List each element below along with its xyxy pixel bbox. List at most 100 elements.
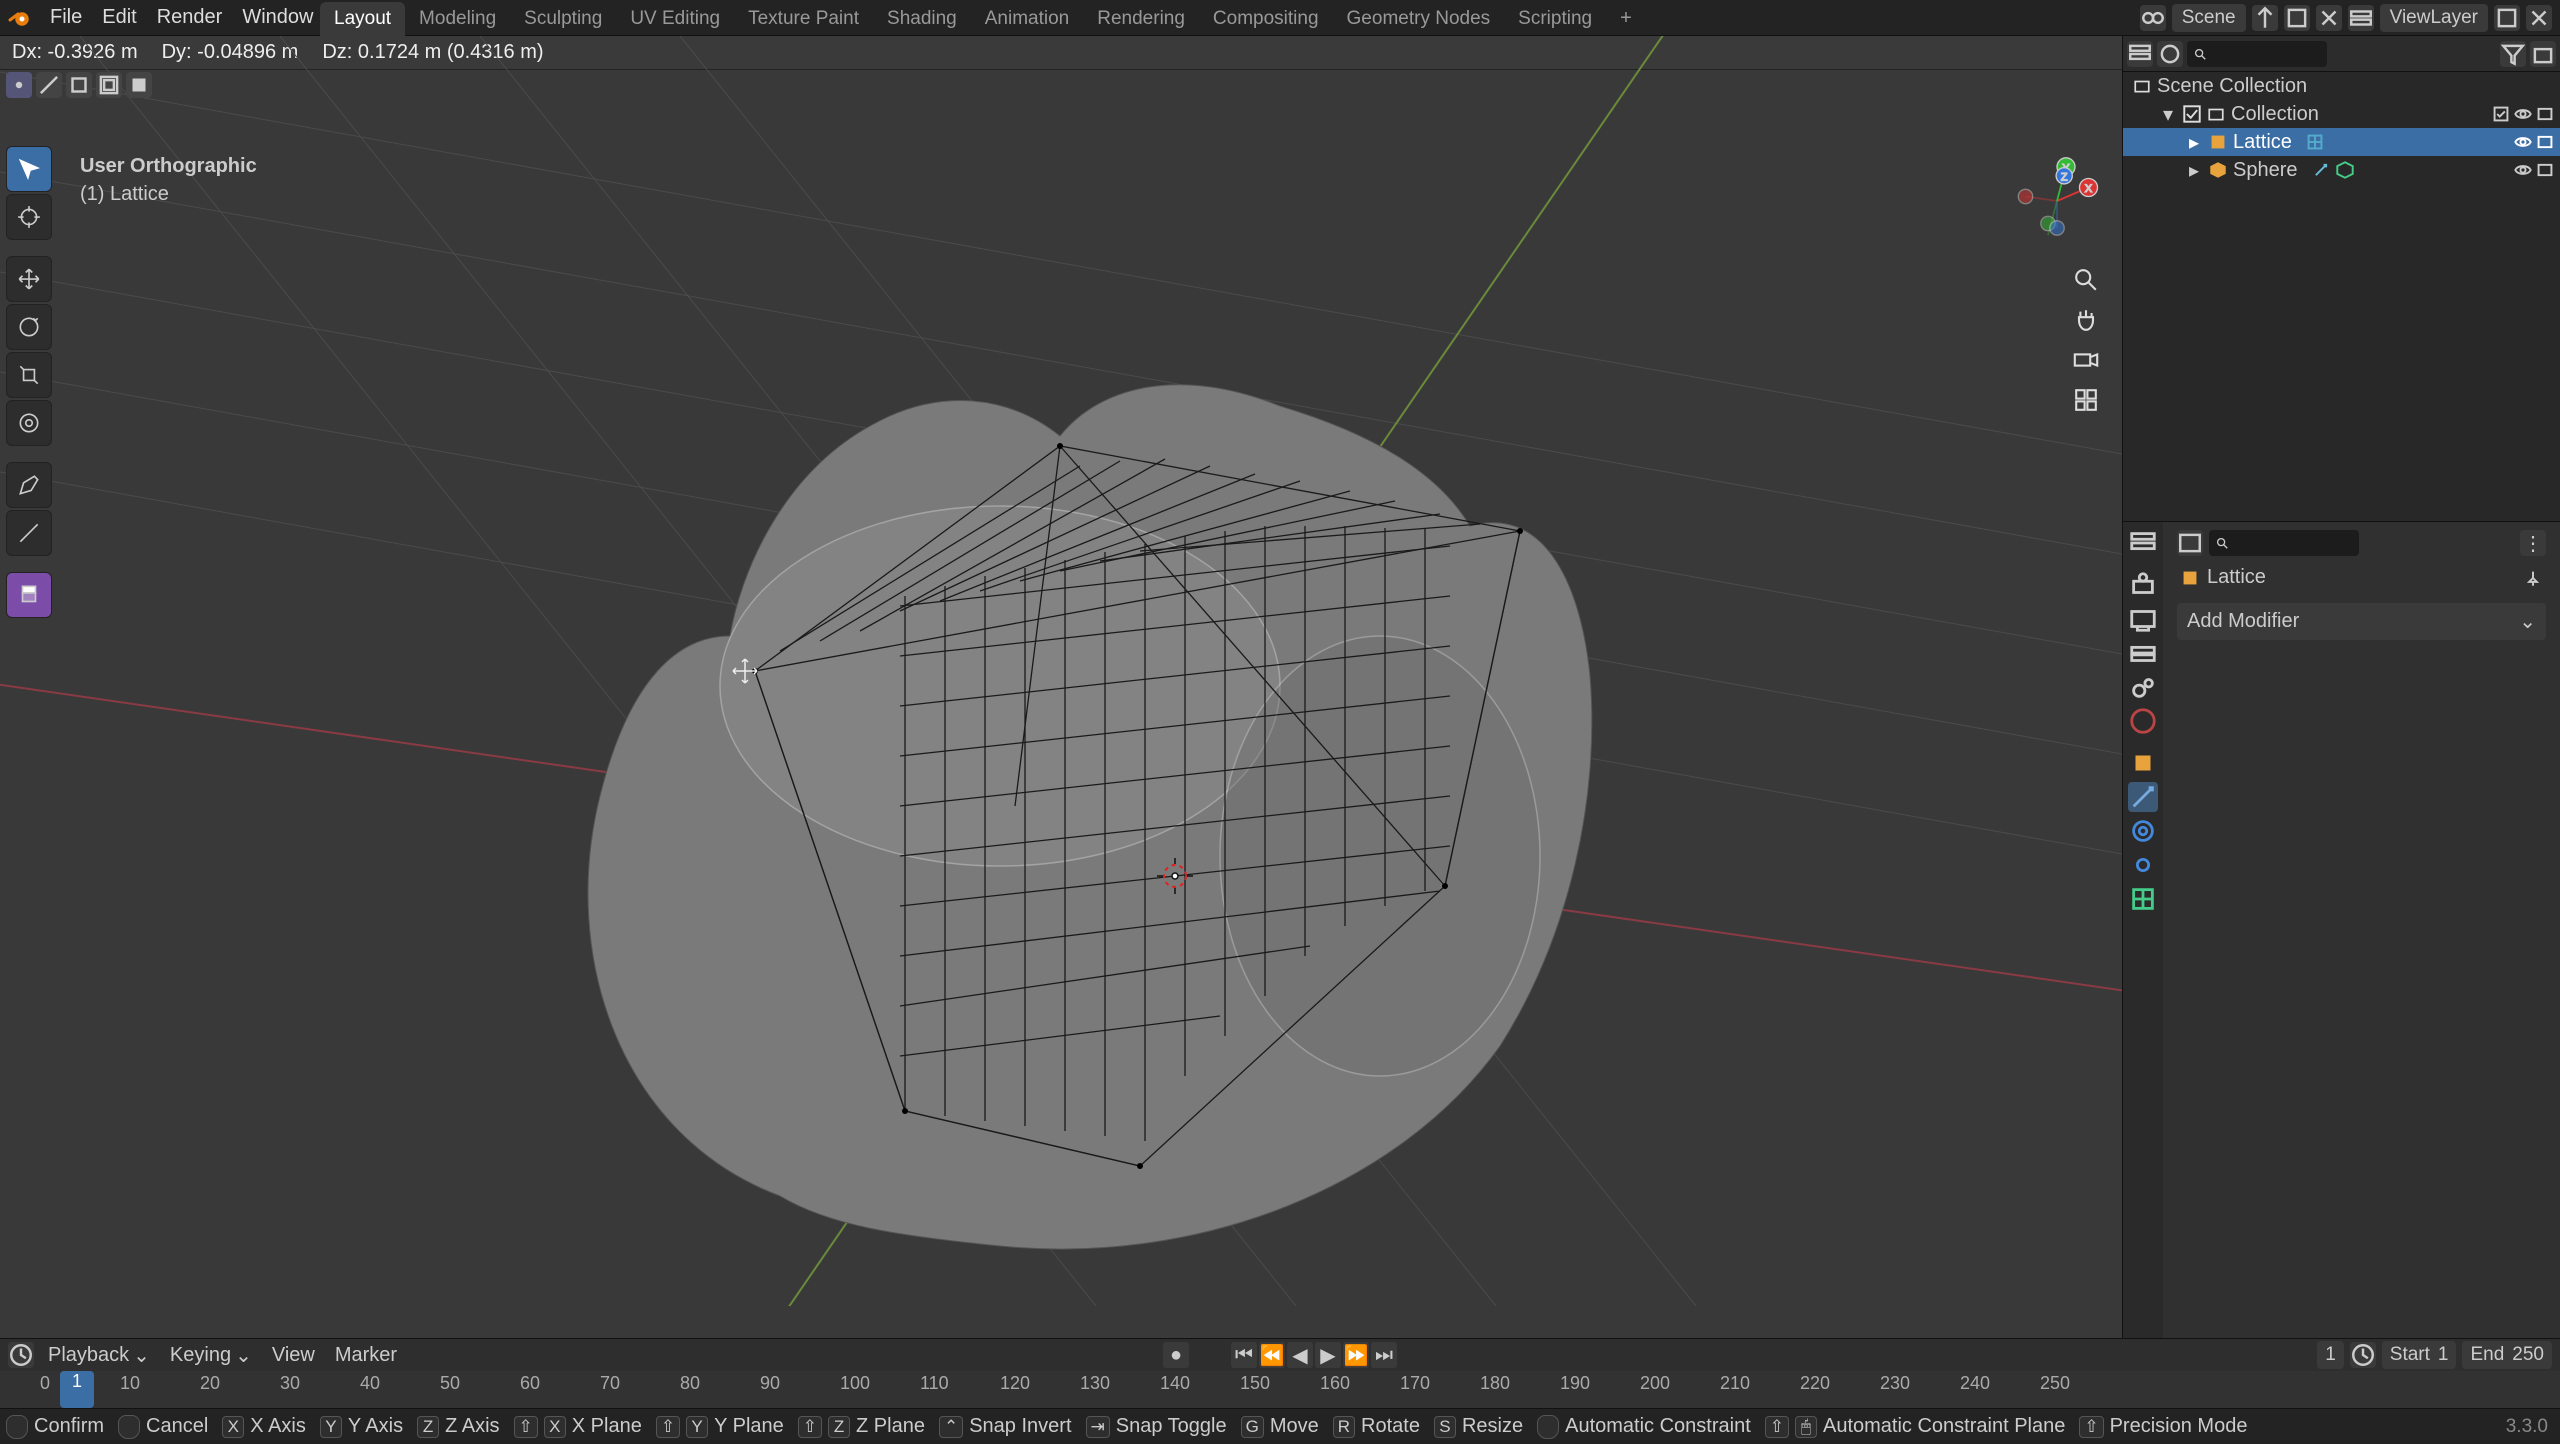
prop-tab-modifier[interactable] bbox=[2128, 782, 2158, 812]
prop-tab-physics[interactable] bbox=[2128, 816, 2158, 846]
zoom-icon[interactable] bbox=[2072, 266, 2100, 294]
new-viewlayer-icon[interactable] bbox=[2494, 5, 2520, 31]
playback-menu[interactable]: Playback ⌄ bbox=[42, 1343, 156, 1368]
3d-viewport[interactable]: Dx: -0.3926 m Dy: -0.04896 m Dz: 0.1724 … bbox=[0, 36, 2122, 1374]
navigation-gizmo[interactable]: X Y Z bbox=[2012, 156, 2102, 246]
pan-icon[interactable] bbox=[2072, 306, 2100, 334]
cursor-tool[interactable] bbox=[6, 194, 52, 240]
prop-tab-output[interactable] bbox=[2128, 604, 2158, 634]
viewlayer-browse-icon[interactable] bbox=[2348, 5, 2374, 31]
outliner-filter-icon[interactable] bbox=[2500, 41, 2526, 67]
outliner-search[interactable] bbox=[2187, 41, 2327, 67]
measure-tool[interactable] bbox=[6, 510, 52, 556]
play-reverse-icon[interactable]: ◀ bbox=[1287, 1342, 1313, 1368]
play-icon[interactable]: ▶ bbox=[1315, 1342, 1341, 1368]
hide-icon[interactable] bbox=[2514, 133, 2532, 151]
prop-tab-viewlayer[interactable] bbox=[2128, 638, 2158, 668]
hide-icon[interactable] bbox=[2514, 161, 2532, 179]
scene-browse-icon[interactable] bbox=[2140, 5, 2166, 31]
disclosure-icon[interactable]: ▸ bbox=[2185, 133, 2203, 151]
tree-collection[interactable]: ▾ Collection bbox=[2123, 100, 2560, 128]
next-keyframe-icon[interactable]: ⏩ bbox=[1343, 1342, 1369, 1368]
viewlayer-selector[interactable]: ViewLayer bbox=[2380, 4, 2488, 32]
tab-scripting[interactable]: Scripting bbox=[1504, 2, 1606, 36]
start-frame-field[interactable]: Start1 bbox=[2382, 1341, 2457, 1369]
tab-sculpting[interactable]: Sculpting bbox=[510, 2, 616, 36]
marker-menu[interactable]: Marker bbox=[329, 1344, 403, 1367]
add-workspace-button[interactable]: + bbox=[1606, 1, 1646, 36]
hide-icon[interactable] bbox=[2514, 105, 2532, 123]
tab-uv-editing[interactable]: UV Editing bbox=[616, 2, 734, 36]
tab-rendering[interactable]: Rendering bbox=[1083, 2, 1199, 36]
properties-search[interactable] bbox=[2209, 530, 2359, 556]
prop-tab-scene[interactable] bbox=[2128, 672, 2158, 702]
view-menu[interactable]: View bbox=[266, 1344, 321, 1367]
exclude-icon[interactable] bbox=[2492, 105, 2510, 123]
menu-file[interactable]: File bbox=[40, 6, 92, 29]
camera-view-icon[interactable] bbox=[2072, 346, 2100, 374]
tab-layout[interactable]: Layout bbox=[320, 2, 405, 36]
extrude-tool[interactable] bbox=[6, 572, 52, 618]
ruler-tick: 140 bbox=[1160, 1373, 1190, 1394]
props-editor-type-icon[interactable] bbox=[2177, 530, 2203, 556]
new-scene-icon[interactable] bbox=[2284, 5, 2310, 31]
timeline-editor-type-icon[interactable] bbox=[8, 1342, 34, 1368]
jump-start-icon[interactable]: ⏮ bbox=[1231, 1342, 1257, 1368]
checkbox-icon[interactable] bbox=[2183, 105, 2201, 123]
scene-selector[interactable]: Scene bbox=[2172, 4, 2246, 32]
select-box-tool[interactable] bbox=[6, 146, 52, 192]
current-frame-field[interactable]: 1 bbox=[2317, 1341, 2344, 1369]
tab-modeling[interactable]: Modeling bbox=[405, 2, 510, 36]
tab-geometry-nodes[interactable]: Geometry Nodes bbox=[1333, 2, 1505, 36]
select-mode-5-icon[interactable] bbox=[126, 72, 152, 98]
menu-window[interactable]: Window bbox=[232, 6, 323, 29]
end-frame-field[interactable]: End250 bbox=[2462, 1341, 2552, 1369]
prop-tab-world[interactable] bbox=[2128, 706, 2158, 736]
prev-keyframe-icon[interactable]: ⏪ bbox=[1259, 1342, 1285, 1368]
edge-select-icon[interactable] bbox=[36, 72, 62, 98]
jump-end-icon[interactable]: ⏭ bbox=[1371, 1342, 1397, 1368]
delete-scene-icon[interactable] bbox=[2316, 5, 2342, 31]
pin-scene-icon[interactable] bbox=[2252, 5, 2278, 31]
add-modifier-dropdown[interactable]: Add Modifier ⌄ bbox=[2177, 603, 2546, 640]
keying-menu[interactable]: Keying ⌄ bbox=[164, 1343, 258, 1368]
outliner-editor-type-icon[interactable] bbox=[2127, 41, 2153, 67]
new-collection-icon[interactable] bbox=[2530, 41, 2556, 67]
pin-icon[interactable] bbox=[2524, 569, 2542, 587]
disable-icon[interactable] bbox=[2536, 105, 2554, 123]
vertex-select-icon[interactable] bbox=[6, 72, 32, 98]
tab-shading[interactable]: Shading bbox=[873, 2, 971, 36]
disable-icon[interactable] bbox=[2536, 161, 2554, 179]
autokey-toggle[interactable]: ● bbox=[1163, 1342, 1189, 1368]
prop-tab-tool[interactable] bbox=[2128, 528, 2158, 558]
face-select-icon[interactable] bbox=[66, 72, 92, 98]
tree-item-sphere[interactable]: ▸ Sphere bbox=[2123, 156, 2560, 184]
remove-viewlayer-icon[interactable] bbox=[2526, 5, 2552, 31]
scale-tool[interactable] bbox=[6, 352, 52, 398]
tab-animation[interactable]: Animation bbox=[971, 2, 1084, 36]
props-options-icon[interactable]: ⋮ bbox=[2520, 530, 2546, 556]
tab-texture-paint[interactable]: Texture Paint bbox=[734, 2, 873, 36]
select-mode-4-icon[interactable] bbox=[96, 72, 122, 98]
prop-tab-render[interactable] bbox=[2128, 570, 2158, 600]
tree-scene-collection[interactable]: Scene Collection bbox=[2123, 72, 2560, 100]
use-preview-range-icon[interactable] bbox=[2350, 1342, 2376, 1368]
timeline-ruler[interactable]: 1 01020304050607080901001101201301401501… bbox=[0, 1371, 2560, 1408]
tree-item-lattice[interactable]: ▸ Lattice bbox=[2123, 128, 2560, 156]
ruler-tick: 10 bbox=[120, 1373, 140, 1394]
move-tool[interactable] bbox=[6, 256, 52, 302]
disclosure-icon[interactable]: ▸ bbox=[2185, 161, 2203, 179]
prop-tab-constraints[interactable] bbox=[2128, 850, 2158, 880]
menu-render[interactable]: Render bbox=[147, 6, 233, 29]
disable-icon[interactable] bbox=[2536, 133, 2554, 151]
tab-compositing[interactable]: Compositing bbox=[1199, 2, 1333, 36]
disclosure-icon[interactable]: ▾ bbox=[2159, 105, 2177, 123]
prop-tab-object[interactable] bbox=[2128, 748, 2158, 778]
perspective-toggle-icon[interactable] bbox=[2072, 386, 2100, 414]
rotate-tool[interactable] bbox=[6, 304, 52, 350]
transform-tool[interactable] bbox=[6, 400, 52, 446]
annotate-tool[interactable] bbox=[6, 462, 52, 508]
prop-tab-data[interactable] bbox=[2128, 884, 2158, 914]
menu-edit[interactable]: Edit bbox=[92, 6, 146, 29]
outliner-display-mode-icon[interactable] bbox=[2157, 41, 2183, 67]
